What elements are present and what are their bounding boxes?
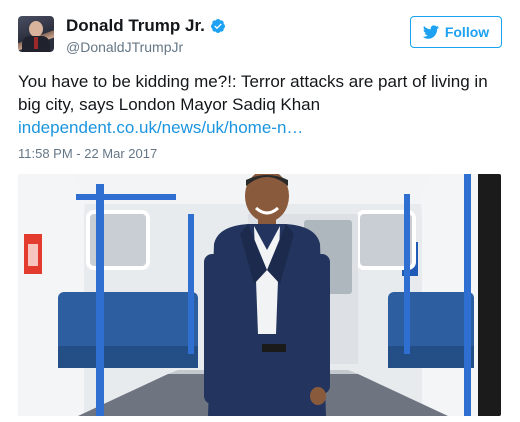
tweet-text: You have to be kidding me?!: Terror atta… bbox=[18, 70, 506, 139]
tweet-timestamp[interactable]: 11:58 PM - 22 Mar 2017 bbox=[18, 146, 157, 161]
author-display-name[interactable]: Donald Trump Jr. bbox=[66, 16, 205, 36]
tweet-photo[interactable] bbox=[18, 174, 501, 416]
author-handle[interactable]: @DonaldJTrumpJr bbox=[66, 39, 226, 55]
follow-button[interactable]: Follow bbox=[410, 16, 502, 48]
author-names: Donald Trump Jr. @DonaldJTrumpJr bbox=[66, 16, 226, 55]
profile-avatar[interactable] bbox=[18, 16, 54, 52]
photo-image bbox=[18, 174, 501, 416]
twitter-bird-icon bbox=[422, 25, 439, 39]
follow-label: Follow bbox=[444, 24, 490, 40]
tweet-body: You have to be kidding me?!: Terror atta… bbox=[18, 72, 488, 114]
tweet-header: Donald Trump Jr. @DonaldJTrumpJr Follow bbox=[18, 16, 502, 60]
article-link[interactable]: independent.co.uk/news/uk/home-n… bbox=[18, 118, 303, 137]
verified-badge-icon bbox=[210, 19, 225, 33]
